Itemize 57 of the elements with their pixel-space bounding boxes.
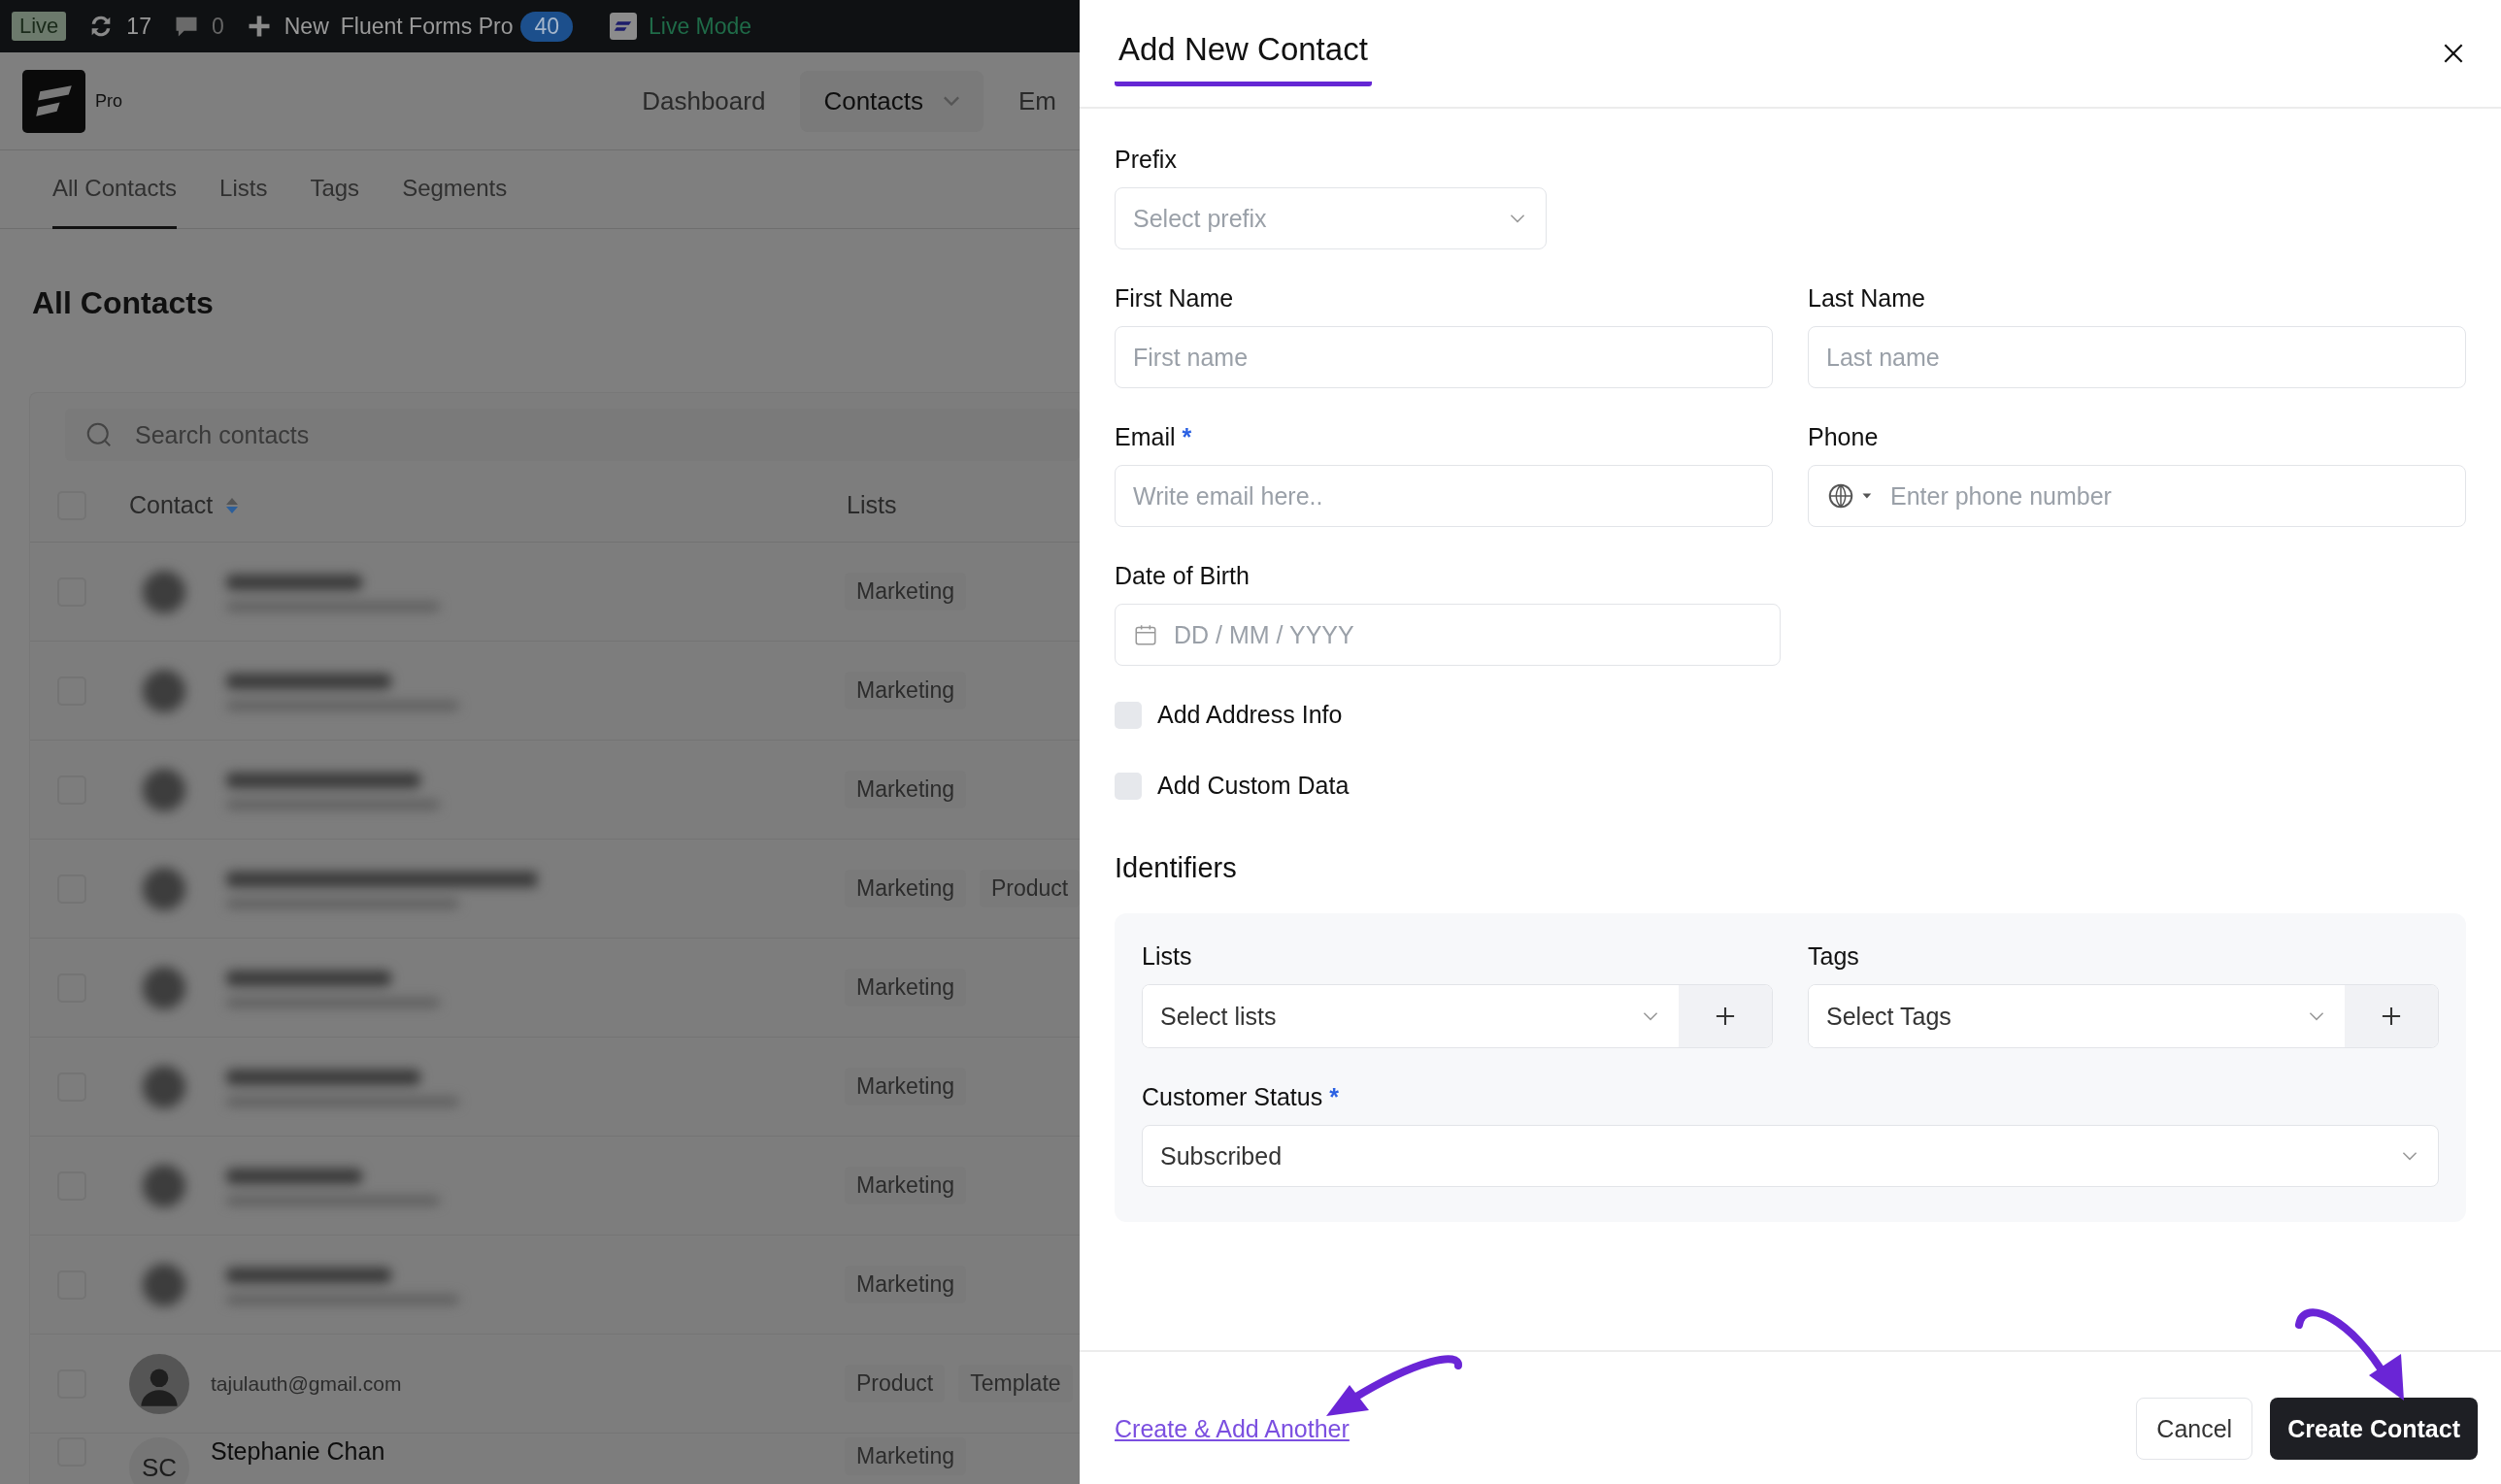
page-title: All Contacts — [31, 284, 215, 322]
date-field[interactable]: DD / MM / YYYY — [1115, 604, 1781, 666]
checkbox-label[interactable]: Add Address Info — [1157, 701, 1343, 729]
field-label: Date of Birth — [1115, 562, 1250, 590]
last-name-field[interactable]: Last name — [1808, 326, 2466, 388]
live-mode-label[interactable]: Live Mode — [649, 13, 752, 40]
checkbox[interactable] — [1115, 701, 1142, 729]
search-field[interactable]: Search contacts — [133, 419, 719, 450]
avatar-initials: SC — [129, 1437, 189, 1484]
calendar-icon — [1133, 622, 1158, 647]
field-label: Customer Status * — [1142, 1083, 1340, 1111]
checkbox-label[interactable]: Add Custom Data — [1157, 772, 1350, 800]
column-header[interactable]: Contact — [129, 491, 214, 519]
nav-tab[interactable]: Contacts — [800, 70, 984, 132]
chevron-down-icon — [943, 96, 960, 106]
plugin-count-badge: 40 — [520, 11, 573, 42]
first-name-field[interactable]: First name — [1115, 326, 1773, 388]
contact-name[interactable]: Stephanie Chan — [211, 1437, 560, 1466]
comments-count[interactable]: 0 — [211, 13, 224, 40]
nav-tab[interactable]: Em — [995, 70, 1080, 132]
field-label: Phone — [1808, 423, 1880, 451]
required-mark: * — [1182, 423, 1192, 450]
field-label: Email * — [1115, 423, 1193, 451]
plugin-link[interactable]: Fluent Forms Pro — [340, 13, 514, 40]
create-contact-button[interactable]: Create Contact — [2270, 1398, 2478, 1460]
create-add-another-link[interactable]: Create & Add Another — [1115, 1414, 1350, 1443]
field-label: Last Name — [1808, 284, 1926, 313]
logo-icon — [610, 13, 637, 40]
pro-label: Pro — [95, 90, 122, 112]
updates-count[interactable]: 17 — [126, 13, 151, 40]
sub-tab[interactable]: Lists — [219, 150, 268, 229]
drawer-title: Add New Contact — [1115, 0, 1372, 86]
sub-tab[interactable]: Segments — [402, 150, 508, 229]
phone-field[interactable]: Enter phone number — [1808, 465, 2466, 527]
field-label: Lists — [1142, 942, 1193, 971]
live-badge[interactable]: Live — [12, 12, 67, 41]
field-label: Prefix — [1115, 146, 1178, 174]
status-select[interactable]: Subscribed — [1142, 1125, 2439, 1187]
prefix-select[interactable]: Select prefix — [1115, 187, 1547, 249]
required-mark: * — [1329, 1083, 1339, 1110]
sub-tab[interactable]: All Contacts — [52, 150, 178, 229]
section-title: Identifiers — [1115, 852, 1238, 884]
date-input[interactable]: DD / MM / YYYY — [1172, 619, 1762, 650]
phone-input[interactable]: Enter phone number — [1888, 480, 2448, 511]
sub-tab[interactable]: Tags — [310, 150, 360, 229]
column-header[interactable]: Lists — [847, 491, 1080, 519]
nav-tab[interactable]: Dashboard — [618, 70, 789, 132]
contact-email: tajulauth@gmail.com — [211, 1371, 403, 1396]
field-label: First Name — [1115, 284, 1235, 313]
cancel-button[interactable]: Cancel — [2136, 1398, 2253, 1460]
checkbox[interactable] — [1115, 772, 1142, 800]
search-icon — [84, 420, 114, 449]
avatar-icon — [129, 1353, 189, 1414]
logo-icon[interactable] — [22, 69, 85, 133]
field-label: Tags — [1808, 942, 1860, 971]
new-link[interactable]: New — [283, 13, 329, 40]
email-field[interactable]: Write email here.. — [1115, 465, 1773, 527]
